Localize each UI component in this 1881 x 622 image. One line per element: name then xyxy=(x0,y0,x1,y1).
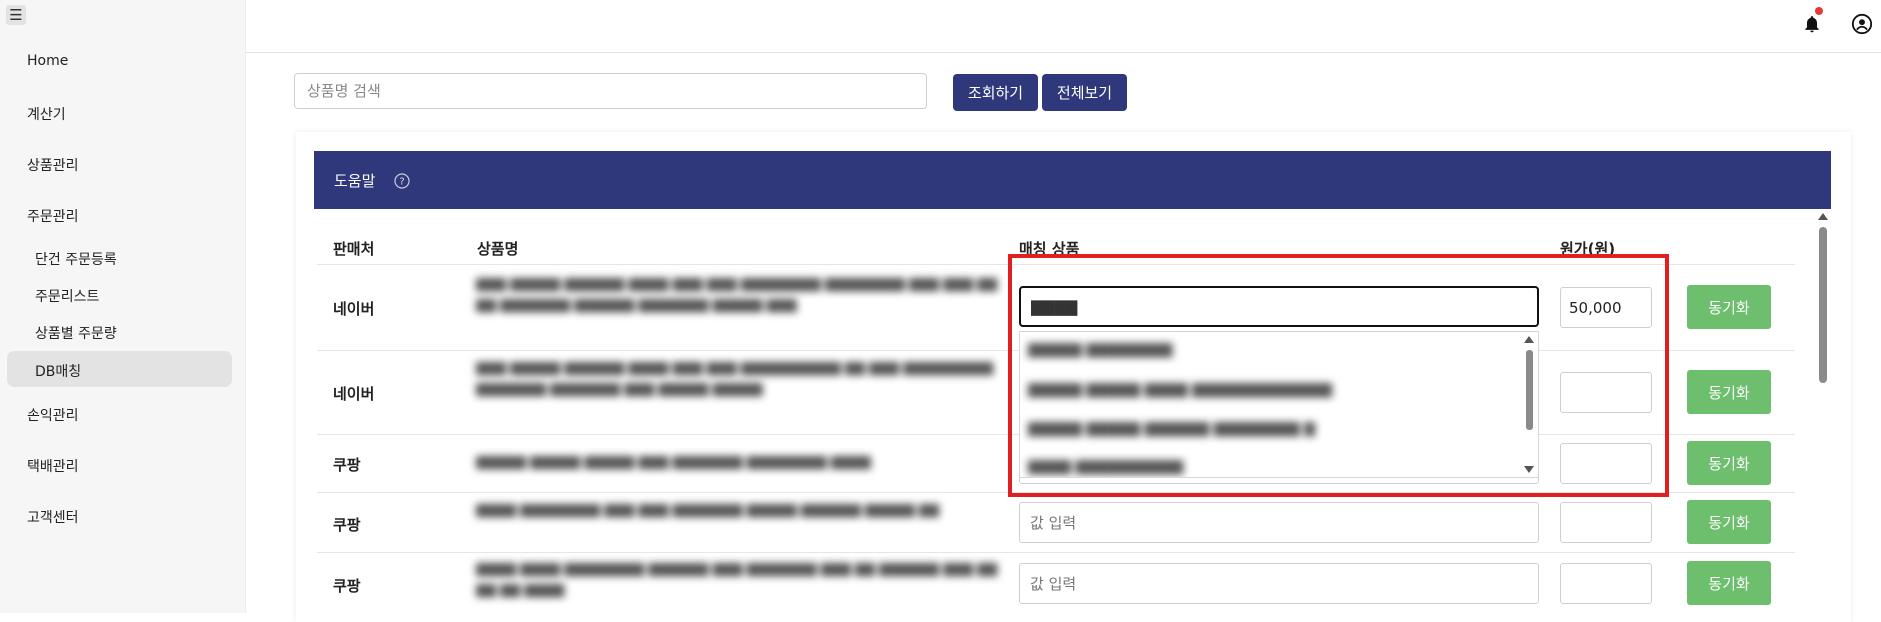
header-product: 상품명 xyxy=(477,240,519,258)
header-cost: 원가(원) xyxy=(1560,240,1616,258)
row-1-seller: 네이버 xyxy=(333,300,375,318)
view-all-button[interactable]: 전체보기 xyxy=(1042,74,1127,111)
row-1-product-name: ▇▇▇ ▇▇▇▇▇ ▇▇▇▇▇▇ ▇▇▇▇ ▇▇▇ ▇▇▇ ▇▇▇▇▇▇▇▇ ▇… xyxy=(476,277,998,313)
row-5-match-input[interactable] xyxy=(1019,563,1539,604)
sidebar-item-single-order[interactable]: 단건 주문등록 xyxy=(35,249,117,269)
sidebar-item-db-matching[interactable]: DB매칭 xyxy=(35,361,81,381)
row-2-seller: 네이버 xyxy=(333,385,375,403)
match-suggestion-dropdown[interactable]: ▇▇▇▇▇ ▇▇▇▇▇▇▇▇ ▇▇▇▇▇ ▇▇▇▇▇ ▇▇▇▇ ▇▇▇▇▇▇▇▇… xyxy=(1019,331,1539,478)
suggestion-item[interactable]: ▇▇▇▇▇ ▇▇▇▇▇▇▇▇ xyxy=(1028,342,1172,358)
bell-icon[interactable] xyxy=(1802,14,1822,34)
scroll-down-arrow[interactable] xyxy=(1524,466,1534,473)
row-4-match-input[interactable] xyxy=(1019,502,1539,543)
account-circle-icon[interactable] xyxy=(1851,13,1873,35)
row-4-cost-input[interactable] xyxy=(1560,502,1652,543)
sidebar-item-calculator[interactable]: 계산기 xyxy=(27,104,66,124)
sidebar-item-delivery[interactable]: 택배관리 xyxy=(27,456,79,476)
row-5-sync-button[interactable]: 동기화 xyxy=(1687,561,1771,605)
row-3-product-name: ▇▇▇▇▇ ▇▇▇▇▇ ▇▇▇▇▇ ▇▇▇ ▇▇▇▇▇▇▇ ▇▇▇▇▇▇▇▇ ▇… xyxy=(476,455,871,470)
top-bar xyxy=(246,0,1881,53)
suggestion-item[interactable]: ▇▇▇▇▇ ▇▇▇▇▇ ▇▇▇▇ ▇▇▇▇▇▇▇▇▇▇▇▇▇ xyxy=(1028,382,1332,398)
sidebar-item-orders[interactable]: 주문관리 xyxy=(27,206,79,226)
row-4-product-name: ▇▇▇▇ ▇▇▇▇▇▇▇▇ ▇▇▇ ▇▇▇ ▇▇▇▇▇▇▇ ▇▇▇▇▇ ▇▇▇▇… xyxy=(476,503,939,518)
row-3-cost-input[interactable] xyxy=(1560,443,1652,484)
help-icon[interactable]: ? xyxy=(394,173,410,189)
row-divider xyxy=(317,492,1795,493)
row-3-seller: 쿠팡 xyxy=(333,456,361,474)
row-3-sync-button[interactable]: 동기화 xyxy=(1687,441,1771,485)
scroll-up-arrow[interactable] xyxy=(1524,336,1534,343)
row-4-sync-button[interactable]: 동기화 xyxy=(1687,500,1771,544)
table-scrollbar-thumb[interactable] xyxy=(1819,227,1827,383)
suggestion-item[interactable]: ▇▇▇▇▇ ▇▇▇▇▇ ▇▇▇▇▇▇ ▇▇▇▇▇▇▇▇ ▇ xyxy=(1028,421,1315,437)
row-divider xyxy=(317,552,1795,553)
sidebar-item-profit[interactable]: 손익관리 xyxy=(27,405,79,425)
table-scroll-up-arrow[interactable] xyxy=(1818,213,1828,220)
row-1-cost-input[interactable] xyxy=(1560,287,1652,328)
svg-text:?: ? xyxy=(399,177,404,188)
header-seller: 판매처 xyxy=(333,240,375,258)
row-5-seller: 쿠팡 xyxy=(333,577,361,595)
row-2-sync-button[interactable]: 동기화 xyxy=(1687,370,1771,414)
sidebar-item-products[interactable]: 상품관리 xyxy=(27,155,79,175)
dropdown-scrollbar-thumb[interactable] xyxy=(1526,350,1533,430)
sidebar-item-home[interactable]: Home xyxy=(27,53,68,69)
menu-icon[interactable]: ☰ xyxy=(6,5,26,25)
search-button[interactable]: 조회하기 xyxy=(953,74,1038,111)
search-input[interactable] xyxy=(294,73,927,109)
sidebar-item-order-list[interactable]: 주문리스트 xyxy=(35,286,99,306)
header-divider xyxy=(317,264,1795,265)
row-5-cost-input[interactable] xyxy=(1560,563,1652,604)
sidebar: ☰ Home 계산기 상품관리 주문관리 단건 주문등록 주문리스트 상품별 주… xyxy=(0,0,246,613)
row-2-product-name: ▇▇▇ ▇▇▇▇▇ ▇▇▇▇▇▇ ▇▇▇▇ ▇▇▇ ▇▇▇ ▇▇▇▇▇▇▇▇▇▇… xyxy=(476,361,994,397)
header-matched-product: 매칭 상품 xyxy=(1019,240,1080,258)
sidebar-item-order-volume[interactable]: 상품별 주문량 xyxy=(35,323,117,343)
row-2-cost-input[interactable] xyxy=(1560,372,1652,413)
help-title: 도움말 xyxy=(334,172,376,190)
help-bar[interactable]: 도움말 ? xyxy=(314,151,1831,209)
notification-dot xyxy=(1815,7,1823,15)
row-4-seller: 쿠팡 xyxy=(333,516,361,534)
row-5-product-name: ▇▇▇▇ ▇▇▇▇ ▇▇▇▇▇▇▇▇ ▇▇▇▇▇▇ ▇▇▇ ▇▇▇▇▇▇▇ ▇▇… xyxy=(476,562,998,598)
suggestion-item[interactable]: ▇▇▇▇ ▇▇▇▇▇▇▇▇▇▇ xyxy=(1028,459,1183,475)
sidebar-item-customer-center[interactable]: 고객센터 xyxy=(27,507,79,527)
row-1-sync-button[interactable]: 동기화 xyxy=(1687,285,1771,329)
row-1-match-input[interactable] xyxy=(1019,286,1539,327)
